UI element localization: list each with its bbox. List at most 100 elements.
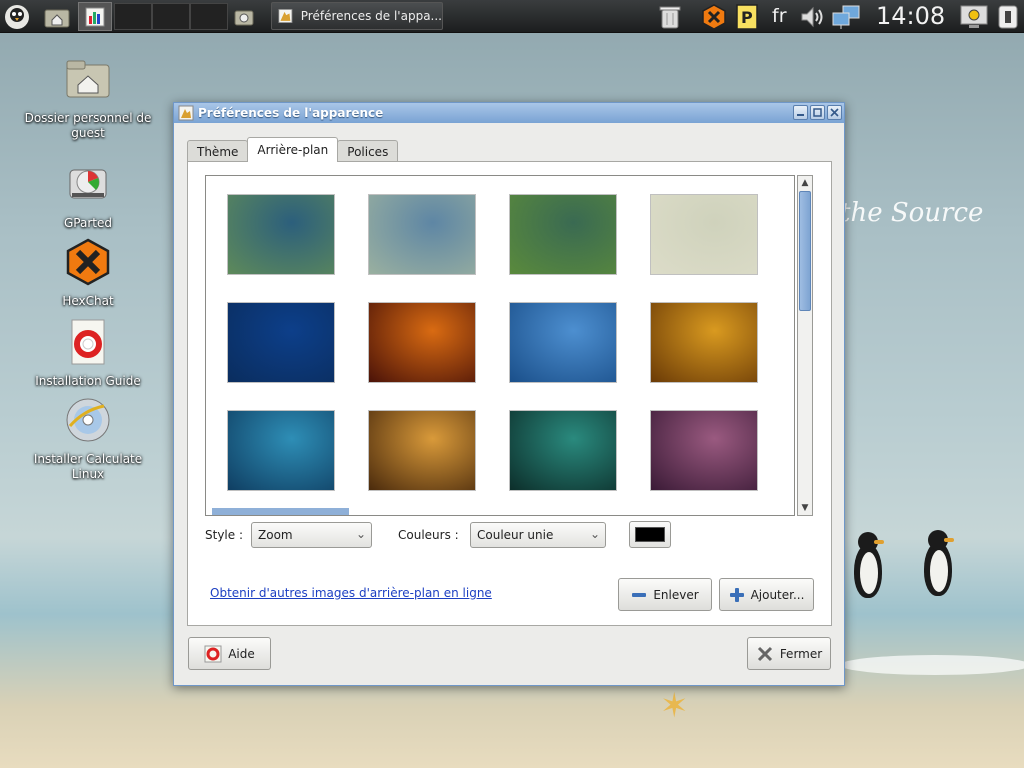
workspace-2[interactable] <box>114 3 152 30</box>
help-button[interactable]: Aide <box>188 637 271 670</box>
penguin-decoration <box>848 530 888 602</box>
add-button[interactable]: Ajouter... <box>719 578 814 611</box>
desktop-icon-hexchat[interactable]: HexChat <box>23 238 153 309</box>
maximize-button[interactable] <box>810 105 825 120</box>
starfish-decoration: ✶ <box>660 686 689 726</box>
top-panel: Préférences de l'appa... P fr 14:08 <box>0 0 1024 33</box>
close-button[interactable]: Fermer <box>747 637 831 670</box>
logout-button[interactable] <box>994 2 1022 31</box>
wallpaper-teal-green[interactable] <box>227 194 335 275</box>
chevron-down-icon: ⌄ <box>355 527 366 541</box>
gallery-scrollbar[interactable]: ▲ ▼ <box>797 175 813 516</box>
desktop-icon-label: Dossier personnel de guest <box>24 111 152 140</box>
keyboard-layout-indicator[interactable]: fr <box>772 0 787 33</box>
tab-background[interactable]: Arrière-plan <box>247 137 339 162</box>
wallpaper-blue-night[interactable] <box>227 302 335 383</box>
camera-folder-icon <box>234 10 254 25</box>
speaker-icon <box>801 6 823 27</box>
close-icon <box>830 108 839 117</box>
wallpaper-green-stripes[interactable] <box>509 194 617 275</box>
workspace-4[interactable] <box>190 3 228 30</box>
window-titlebar[interactable]: Préférences de l'apparence <box>174 103 844 123</box>
trash-applet[interactable] <box>656 2 684 31</box>
wallpaper-pale-blue-waves[interactable] <box>368 194 476 275</box>
hexchat-icon <box>66 238 110 286</box>
wallpaper-gallery[interactable] <box>205 175 795 516</box>
hexchat-tray[interactable] <box>700 2 728 31</box>
wallpaper-aurora-teal[interactable] <box>509 410 617 491</box>
style-label: Style : <box>205 528 243 542</box>
monitor-power-icon <box>960 5 988 28</box>
gparted-icon <box>69 169 107 199</box>
add-button-label: Ajouter... <box>750 587 805 602</box>
wallpaper-text: the Source <box>840 198 984 228</box>
network-applet[interactable] <box>830 2 862 31</box>
wallpaper-golden[interactable] <box>650 302 758 383</box>
remove-button[interactable]: Enlever <box>618 578 712 611</box>
tab-fonts[interactable]: Polices <box>337 140 399 162</box>
close-window-button[interactable] <box>827 105 842 120</box>
installer-disc-icon <box>66 398 110 442</box>
wallpaper-sand[interactable] <box>650 194 758 275</box>
file-manager-launcher[interactable] <box>78 2 112 31</box>
taskbar-window-button[interactable]: Préférences de l'appa... <box>271 2 443 30</box>
workspace-3[interactable] <box>152 3 190 30</box>
volume-control[interactable] <box>798 2 826 31</box>
wallpaper-aurora-amber[interactable] <box>368 410 476 491</box>
help-guide-icon <box>71 319 105 365</box>
color-swatch <box>635 527 665 542</box>
power-applet[interactable] <box>958 2 990 31</box>
minus-icon <box>632 592 647 597</box>
window-title: Préférences de l'apparence <box>198 106 384 120</box>
package-p-icon: P <box>736 3 758 30</box>
penguin-menu-icon <box>5 4 29 29</box>
trash-icon <box>659 6 681 28</box>
colors-combo[interactable]: Couleur unie ⌄ <box>470 522 606 548</box>
help-lifebuoy-icon <box>204 645 222 662</box>
color-picker-button[interactable] <box>629 521 671 548</box>
desktop-icon-label: GParted <box>64 216 112 230</box>
appearance-app-icon <box>278 9 293 23</box>
background-tab-panel: ▲ ▼ Style : Zoom ⌄ Couleurs : Couleur un… <box>187 161 832 626</box>
style-combo-value: Zoom <box>258 528 293 542</box>
network-icon <box>832 5 860 29</box>
online-backgrounds-link[interactable]: Obtenir d'autres images d'arrière-plan e… <box>210 586 492 600</box>
logout-icon <box>998 5 1018 28</box>
svg-text:P: P <box>741 8 753 27</box>
show-desktop-button[interactable] <box>40 2 74 31</box>
panel-clock[interactable]: 14:08 <box>876 0 945 33</box>
colors-combo-value: Couleur unie <box>477 528 554 542</box>
desktop-icon-installation-guide[interactable]: Installation Guide <box>23 318 153 389</box>
selected-wallpaper-highlight <box>212 508 349 515</box>
penguin-decoration <box>918 528 958 600</box>
wallpaper-aurora-mauve[interactable] <box>650 410 758 491</box>
scrollbar-thumb[interactable] <box>799 191 811 311</box>
appearance-app-icon <box>178 105 194 121</box>
remove-button-label: Enlever <box>653 587 699 602</box>
close-button-label: Fermer <box>779 646 823 661</box>
tab-bar: Thème Arrière-plan Polices <box>187 137 399 162</box>
wallpaper-aurora-cyan[interactable] <box>227 410 335 491</box>
desktop-icon-label: Installer Calculate Linux <box>33 452 143 481</box>
minimize-button[interactable] <box>793 105 808 120</box>
main-menu-button[interactable] <box>2 2 32 31</box>
wallpaper-orange-sunset[interactable] <box>368 302 476 383</box>
package-updater-tray[interactable]: P <box>734 2 760 31</box>
chevron-down-icon: ⌄ <box>589 527 600 541</box>
style-combo[interactable]: Zoom ⌄ <box>251 522 372 548</box>
appearance-preferences-window: Préférences de l'apparence Thème Arrière… <box>173 102 845 686</box>
maximize-icon <box>813 108 822 117</box>
home-folder-icon <box>66 60 110 98</box>
scroll-down-arrow[interactable]: ▼ <box>798 501 812 515</box>
wallpaper-wave <box>840 655 1024 675</box>
close-icon <box>757 646 772 661</box>
wallpaper-blue-rays[interactable] <box>509 302 617 383</box>
desktop-icon-installer[interactable]: Installer Calculate Linux <box>23 396 153 482</box>
tab-theme[interactable]: Thème <box>187 140 249 162</box>
desktop-icon-home[interactable]: Dossier personnel de guest <box>23 55 153 141</box>
screenshot-launcher[interactable] <box>232 2 256 31</box>
home-folder-icon <box>44 9 70 27</box>
desktop-icon-gparted[interactable]: GParted <box>23 160 153 231</box>
colors-label: Couleurs : <box>398 528 459 542</box>
scroll-up-arrow[interactable]: ▲ <box>798 176 812 190</box>
